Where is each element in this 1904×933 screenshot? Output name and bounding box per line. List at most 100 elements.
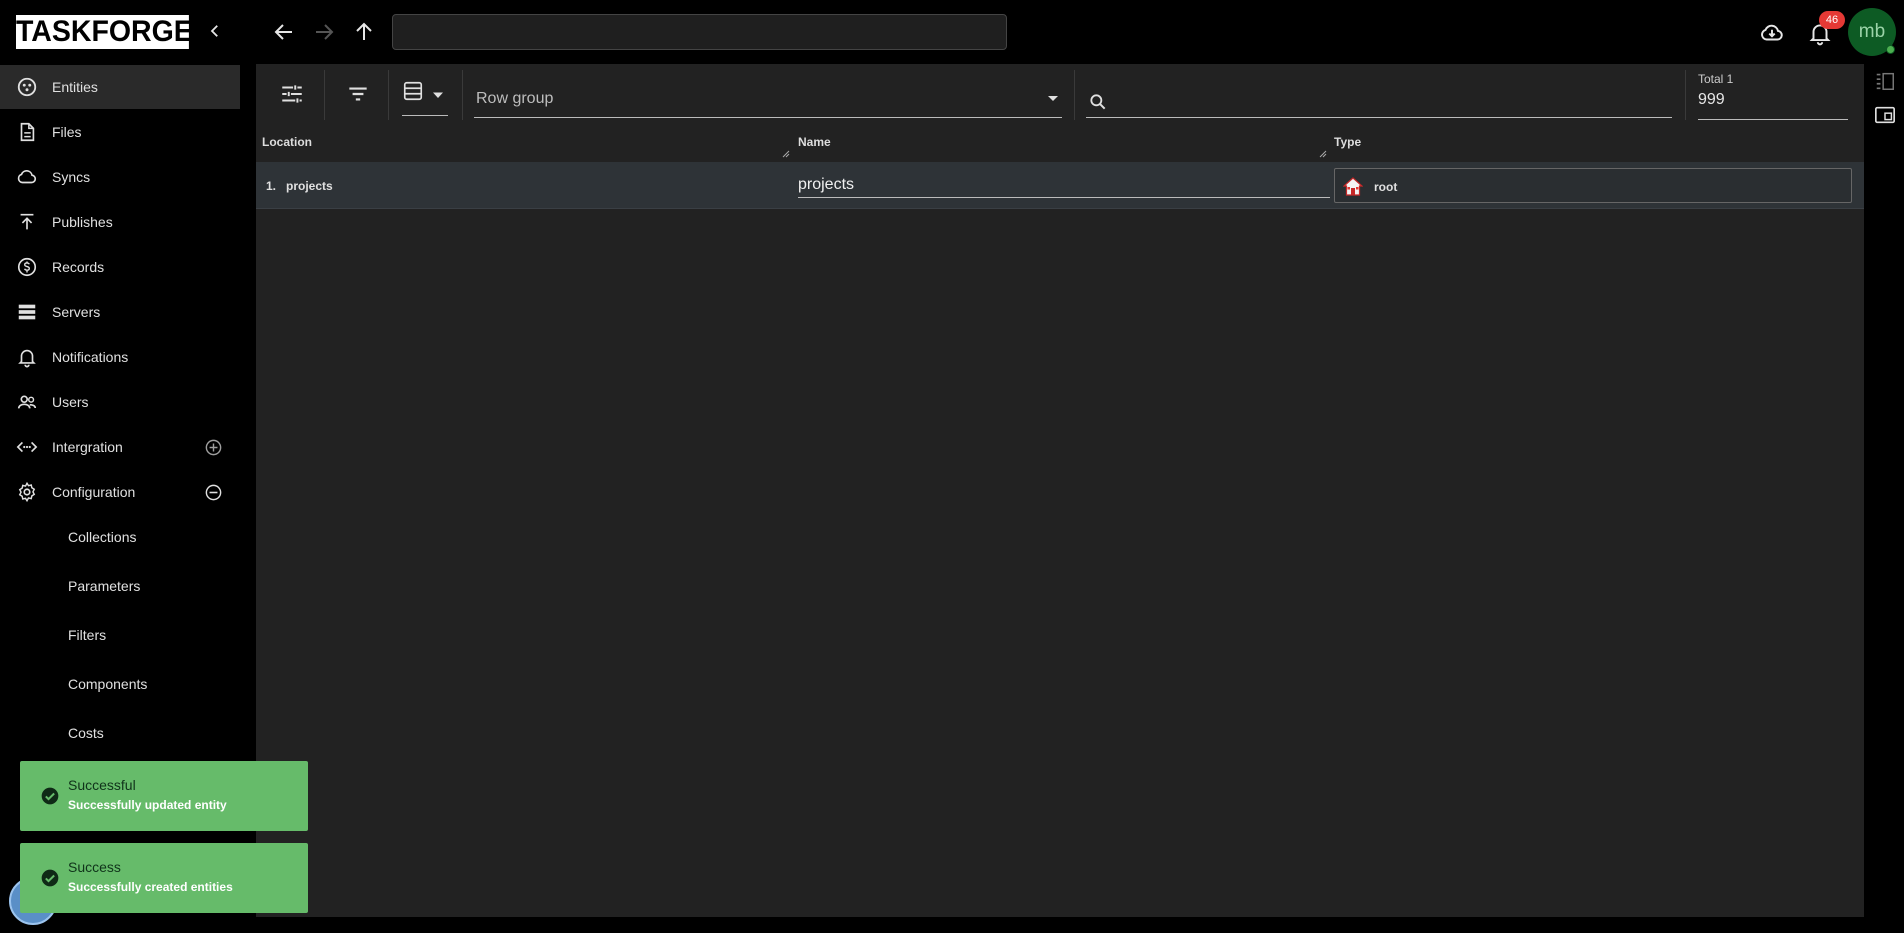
sidebar-item-label: Files: [52, 124, 82, 140]
search-input[interactable]: [1116, 88, 1666, 114]
total-field: Total 1: [1698, 70, 1848, 120]
table-row[interactable]: 1. projects root: [256, 162, 1864, 209]
sidebar-item-servers[interactable]: Servers: [0, 290, 240, 334]
sidebar-subitem-components[interactable]: Components: [0, 662, 240, 706]
remove-circle-icon[interactable]: [204, 483, 223, 502]
toast-notification[interactable]: Successful Successfully updated entity: [20, 761, 308, 831]
toast-message: Successfully updated entity: [68, 798, 227, 812]
entities-icon: [17, 77, 37, 97]
toolbar-divider: [388, 70, 389, 120]
sidebar-item-files[interactable]: Files: [0, 110, 240, 154]
sidebar-item-users[interactable]: Users: [0, 380, 240, 424]
sidebar-subitem-filters[interactable]: Filters: [0, 613, 240, 657]
grid-search: [1086, 82, 1672, 118]
sidebar-item-configuration[interactable]: Configuration: [0, 470, 240, 514]
main-panel: Row group Total 1 Location Name Type 1. …: [256, 64, 1864, 917]
filter-icon: [349, 87, 367, 101]
row-group-select[interactable]: Row group: [474, 82, 1062, 118]
side-panel-list-icon[interactable]: [1874, 70, 1896, 92]
column-header-location[interactable]: Location: [262, 135, 312, 149]
top-bar: TASKFORGER 46 mb: [0, 0, 1904, 64]
bell-icon: [18, 349, 36, 368]
path-input[interactable]: [392, 14, 1007, 50]
cloud-sync-icon: [17, 170, 37, 184]
sidebar-item-notifications[interactable]: Notifications: [0, 335, 240, 379]
view-list-icon: [403, 81, 423, 101]
search-icon: [1090, 94, 1106, 110]
sidebar-item-label: Records: [52, 259, 105, 275]
publish-icon: [20, 213, 34, 230]
filter-button[interactable]: [345, 81, 371, 107]
sidebar-item-syncs[interactable]: Syncs: [0, 155, 240, 199]
sidebar-item-label: Users: [52, 394, 89, 410]
column-resize-handle[interactable]: [1319, 150, 1327, 158]
sidebar-subitem-label: Collections: [68, 529, 137, 545]
servers-icon: [18, 304, 36, 320]
users-icon: [17, 395, 37, 409]
caret-down-icon: [433, 92, 443, 98]
arrow-forward-icon: [316, 24, 334, 40]
toolbar-divider: [1685, 70, 1686, 120]
collapse-sidebar-button[interactable]: [206, 22, 224, 40]
sidebar-item-label: Configuration: [52, 484, 136, 500]
column-header-type[interactable]: Type: [1334, 135, 1361, 149]
sidebar-item-label: Entities: [52, 79, 98, 95]
house-icon: [1343, 177, 1363, 196]
sidebar-subitem-costs[interactable]: Costs: [0, 711, 240, 755]
row-name-input[interactable]: [798, 172, 1330, 198]
toast-title: Successful: [68, 777, 136, 793]
check-circle-icon: [41, 787, 59, 805]
cloud-download-button[interactable]: [1759, 20, 1785, 46]
cloud-download-icon: [1761, 24, 1783, 41]
toolbar-divider: [1074, 70, 1075, 120]
notifications-badge: 46: [1819, 11, 1845, 29]
forward-button[interactable]: [312, 20, 336, 44]
arrow-back-icon: [274, 24, 292, 40]
gear-icon: [18, 481, 36, 503]
sidebar-subitem-label: Components: [68, 676, 148, 692]
dollar-icon: [17, 257, 37, 277]
tune-icon: [282, 85, 302, 103]
column-settings-button[interactable]: [279, 81, 305, 107]
arrow-up-icon: [356, 22, 372, 40]
sidebar-subitem-parameters[interactable]: Parameters: [0, 564, 240, 608]
sidebar-item-label: Intergration: [52, 439, 123, 455]
sidebar-item-integration[interactable]: Intergration: [0, 425, 240, 469]
row-location: projects: [286, 179, 333, 193]
view-mode-dropdown[interactable]: [402, 78, 448, 116]
sidebar-item-label: Syncs: [52, 169, 91, 185]
open-in-window-icon[interactable]: [1874, 104, 1896, 126]
sidebar-item-records[interactable]: Records: [0, 245, 240, 289]
integration-icon: [16, 441, 38, 453]
row-group-label: Row group: [476, 90, 554, 107]
sidebar-subitem-label: Filters: [68, 627, 107, 643]
sidebar-subitem-label: Costs: [68, 725, 104, 741]
sidebar-subitem-label: Parameters: [68, 578, 141, 594]
add-circle-icon[interactable]: [204, 438, 223, 457]
chevron-left-icon: [210, 25, 218, 37]
up-button[interactable]: [352, 20, 376, 44]
sidebar-subitem-collections[interactable]: Collections: [0, 515, 240, 559]
sidebar-item-label: Servers: [52, 304, 101, 320]
grid-toolbar: Row group Total 1: [256, 64, 1864, 126]
toolbar-divider: [462, 70, 463, 120]
toolbar-divider: [324, 70, 325, 120]
row-index: 1.: [266, 179, 277, 193]
check-circle-icon: [41, 869, 59, 887]
sidebar-item-entities[interactable]: Entities: [0, 65, 240, 109]
sidebar-item-label: Publishes: [52, 214, 113, 230]
toast-notification[interactable]: Success Successfully created entities: [20, 843, 308, 913]
toast-message: Successfully created entities: [68, 880, 233, 894]
online-status-dot: [1886, 45, 1895, 54]
app-logo: TASKFORGER: [16, 15, 214, 49]
sidebar-item-publishes[interactable]: Publishes: [0, 200, 240, 244]
toast-title: Success: [68, 859, 121, 875]
sidebar-item-label: Notifications: [52, 349, 129, 365]
caret-down-icon: [1048, 96, 1058, 101]
row-type-select[interactable]: root: [1334, 168, 1852, 203]
file-icon: [20, 122, 35, 142]
column-resize-handle[interactable]: [782, 150, 790, 158]
back-button[interactable]: [272, 20, 296, 44]
column-header-name[interactable]: Name: [798, 135, 831, 149]
total-limit-input[interactable]: [1698, 88, 1844, 112]
